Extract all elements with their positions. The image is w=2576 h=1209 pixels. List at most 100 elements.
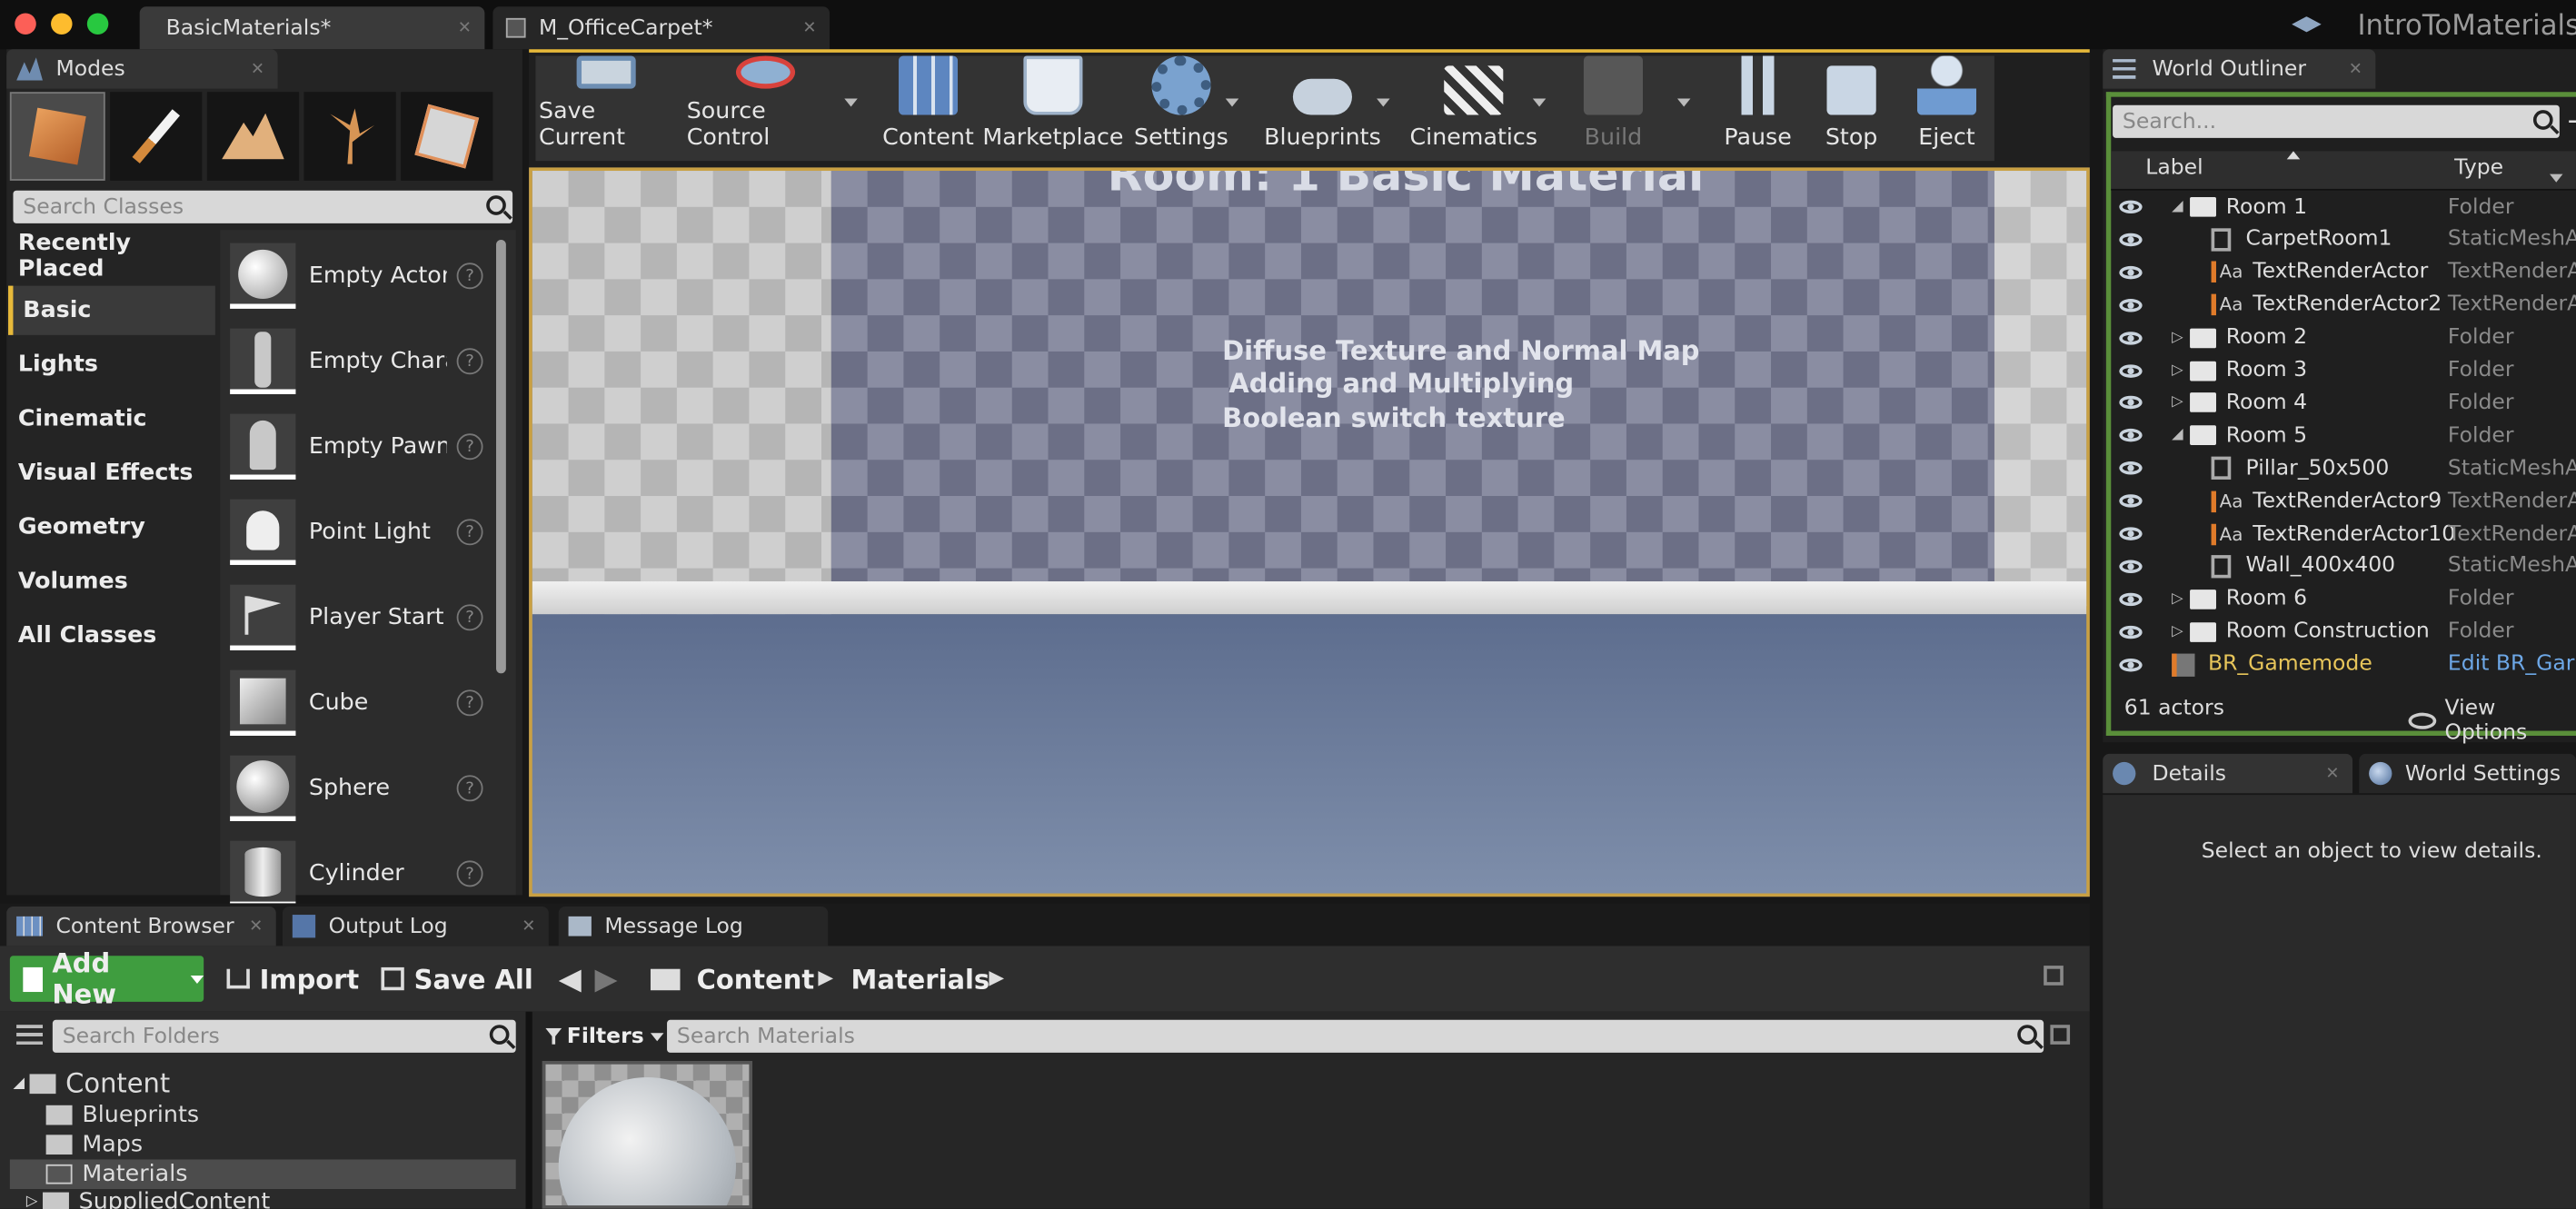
close-tab-icon[interactable]: ✕ bbox=[802, 19, 816, 37]
collapsed-arrow-icon[interactable]: ▷ bbox=[2172, 330, 2183, 346]
back-arrow-icon[interactable]: ◀ bbox=[559, 962, 582, 996]
add-outliner-icon[interactable]: + bbox=[2566, 105, 2576, 136]
outliner-row[interactable]: Aa TextRenderActor2 TextRenderA bbox=[2109, 289, 2576, 322]
close-window-button[interactable] bbox=[15, 13, 36, 35]
type-dropdown-icon[interactable] bbox=[2550, 173, 2563, 183]
blueprints-button[interactable]: Blueprints bbox=[1264, 55, 1381, 161]
mode-paint-button[interactable] bbox=[110, 92, 203, 181]
asset-thumbnail-material[interactable] bbox=[542, 1060, 753, 1209]
help-icon[interactable]: ? bbox=[456, 519, 483, 546]
tab-details[interactable]: Details ✕ bbox=[2103, 753, 2353, 794]
save-all-button[interactable]: Save All bbox=[381, 959, 533, 998]
tree-item-materials[interactable]: Materials bbox=[45, 1161, 187, 1187]
outliner-row[interactable]: Pillar_50x500 StaticMeshA bbox=[2109, 452, 2576, 485]
help-icon[interactable]: ? bbox=[456, 860, 483, 887]
place-item-point-light[interactable]: Point Light? bbox=[227, 491, 490, 573]
place-item-empty-actor[interactable]: Empty Actor? bbox=[227, 235, 490, 317]
settings-dropdown-icon[interactable] bbox=[1225, 98, 1239, 107]
tab-office-carpet[interactable]: M_OfficeCarpet* ✕ bbox=[492, 6, 830, 50]
visibility-eye-icon[interactable] bbox=[2119, 560, 2143, 573]
close-tab-icon[interactable]: ✕ bbox=[249, 917, 263, 936]
build-dropdown-icon[interactable] bbox=[1676, 98, 1691, 107]
lock-icon[interactable] bbox=[2044, 966, 2064, 986]
tree-item-maps[interactable]: Maps bbox=[45, 1132, 143, 1158]
tab-output-log[interactable]: Output Log ✕ bbox=[282, 907, 549, 946]
place-item-sphere[interactable]: Sphere? bbox=[227, 748, 490, 829]
expanded-arrow-icon[interactable]: ◢ bbox=[2172, 428, 2183, 444]
cinematics-button[interactable]: Cinematics bbox=[1409, 55, 1537, 161]
settings-button[interactable]: Settings bbox=[1134, 55, 1229, 161]
tab-message-log[interactable]: Message Log bbox=[558, 907, 829, 946]
cinematics-dropdown-icon[interactable] bbox=[1532, 98, 1547, 107]
import-button[interactable]: Import bbox=[226, 959, 359, 998]
collapsed-arrow-icon[interactable]: ▷ bbox=[2172, 623, 2183, 639]
outliner-row[interactable]: ▷ Room 4 Folder bbox=[2109, 387, 2575, 420]
save-search-icon[interactable] bbox=[2050, 1025, 2071, 1045]
visibility-eye-icon[interactable] bbox=[2119, 461, 2143, 475]
collapsed-arrow-icon[interactable]: ▷ bbox=[2172, 362, 2183, 379]
place-item-cube[interactable]: Cube? bbox=[227, 662, 490, 744]
add-new-button[interactable]: Add New bbox=[9, 947, 204, 1010]
collapsed-arrow-icon[interactable]: ▷ bbox=[2172, 591, 2183, 608]
visibility-eye-icon[interactable] bbox=[2119, 265, 2143, 279]
marketplace-button[interactable]: Marketplace bbox=[982, 55, 1124, 161]
outliner-row[interactable]: ▷ Room 3 Folder bbox=[2109, 354, 2575, 387]
tab-world-settings[interactable]: World Settings bbox=[2359, 753, 2576, 794]
help-icon[interactable]: ? bbox=[456, 348, 483, 375]
outliner-row[interactable]: Aa TextRenderActor9 TextRenderA bbox=[2109, 485, 2576, 518]
mode-foliage-button[interactable] bbox=[303, 92, 396, 181]
build-button[interactable]: Build bbox=[1567, 55, 1659, 161]
level-viewport[interactable]: Room: 1 Basic Material Diffuse Texture a… bbox=[529, 167, 2090, 897]
column-label-header[interactable]: Label bbox=[2145, 156, 2203, 181]
close-tab-icon[interactable]: ✕ bbox=[251, 60, 264, 78]
visibility-eye-icon[interactable] bbox=[2119, 331, 2143, 344]
visibility-eye-icon[interactable] bbox=[2119, 298, 2143, 312]
mode-landscape-button[interactable] bbox=[206, 92, 300, 181]
category-lights[interactable]: Lights bbox=[8, 340, 215, 389]
search-materials-input[interactable]: Search Materials bbox=[667, 1019, 2044, 1053]
visibility-eye-icon[interactable] bbox=[2119, 363, 2143, 377]
tab-basic-materials[interactable]: BasicMaterials* ✕ bbox=[139, 6, 485, 50]
search-classes-input[interactable]: Search Classes bbox=[13, 190, 513, 223]
close-tab-icon[interactable]: ✕ bbox=[2325, 765, 2339, 783]
forward-arrow-icon[interactable]: ▶ bbox=[594, 962, 617, 996]
breadcrumb-content[interactable]: Content bbox=[697, 959, 815, 998]
category-all-classes[interactable]: All Classes bbox=[8, 611, 215, 660]
visibility-eye-icon[interactable] bbox=[2119, 200, 2143, 214]
place-item-empty-pawn[interactable]: Empty Pawn? bbox=[227, 406, 490, 488]
blueprints-dropdown-icon[interactable] bbox=[1377, 98, 1390, 107]
visibility-eye-icon[interactable] bbox=[2119, 592, 2143, 606]
category-recently-placed[interactable]: Recently Placed bbox=[8, 230, 215, 282]
save-current-button[interactable]: Save Current bbox=[539, 55, 673, 161]
tree-item-blueprints[interactable]: Blueprints bbox=[45, 1102, 199, 1128]
category-geometry[interactable]: Geometry bbox=[8, 502, 215, 551]
outliner-row[interactable]: ◢ Room 1 Folder bbox=[2109, 191, 2575, 223]
visibility-eye-icon[interactable] bbox=[2119, 396, 2143, 410]
eject-button[interactable]: Eject bbox=[1905, 55, 1987, 161]
mode-place-button[interactable] bbox=[9, 92, 105, 181]
tree-item-content[interactable]: ◢ Content bbox=[13, 1067, 170, 1098]
outliner-row[interactable]: ◢ Room 5 Folder bbox=[2109, 420, 2575, 452]
collapsed-arrow-icon[interactable]: ▷ bbox=[2172, 395, 2183, 411]
place-item-player-start[interactable]: Player Start? bbox=[227, 577, 490, 659]
tab-world-outliner[interactable]: World Outliner ✕ bbox=[2103, 49, 2376, 89]
tab-modes[interactable]: Modes ✕ bbox=[6, 49, 278, 89]
maximize-window-button[interactable] bbox=[86, 13, 109, 35]
visibility-eye-icon[interactable] bbox=[2119, 429, 2143, 442]
visibility-eye-icon[interactable] bbox=[2119, 658, 2143, 671]
visibility-eye-icon[interactable] bbox=[2119, 625, 2143, 639]
category-basic[interactable]: Basic bbox=[8, 285, 215, 335]
close-tab-icon[interactable]: ✕ bbox=[458, 19, 472, 37]
stop-button[interactable]: Stop bbox=[1814, 55, 1889, 161]
outliner-row[interactable]: Aa TextRenderActor10 TextRenderA bbox=[2109, 518, 2576, 550]
category-visual-effects[interactable]: Visual Effects bbox=[8, 449, 215, 498]
tree-item-supplied-content[interactable]: ▷ SuppliedContent bbox=[26, 1189, 270, 1209]
outliner-row[interactable]: CarpetRoom1 StaticMeshA bbox=[2109, 223, 2576, 256]
help-icon[interactable]: ? bbox=[456, 604, 483, 631]
visibility-eye-icon[interactable] bbox=[2119, 494, 2143, 508]
source-control-button[interactable]: Source Control bbox=[687, 55, 845, 161]
help-icon[interactable]: ? bbox=[456, 775, 483, 802]
content-button[interactable]: Content bbox=[880, 55, 976, 161]
filters-button[interactable]: Filters bbox=[545, 1020, 664, 1053]
column-type-header[interactable]: Type bbox=[2454, 156, 2503, 181]
